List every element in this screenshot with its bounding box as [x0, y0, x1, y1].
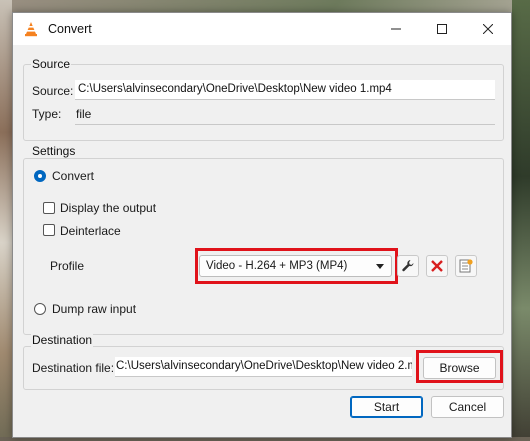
new-profile-list-icon: [459, 259, 473, 273]
display-output-checkbox[interactable]: [43, 202, 55, 214]
background-photo-right: [512, 0, 530, 441]
source-path-field[interactable]: C:\Users\alvinsecondary\OneDrive\Desktop…: [75, 80, 495, 100]
delete-profile-button[interactable]: [426, 255, 448, 277]
type-label: Type:: [32, 107, 62, 121]
close-icon: [483, 24, 493, 34]
destination-group-title: Destination: [31, 333, 94, 347]
new-profile-button[interactable]: [455, 255, 477, 277]
delete-x-icon: [431, 260, 443, 272]
profile-label: Profile: [50, 259, 85, 273]
convert-label: Convert: [52, 169, 95, 183]
settings-group-title: Settings: [31, 144, 77, 158]
minimize-icon: [391, 28, 401, 30]
destination-file-label: Destination file:: [32, 361, 115, 375]
maximize-icon: [437, 24, 447, 34]
type-value: file: [76, 107, 92, 121]
profile-highlight-box: [195, 248, 398, 284]
edit-profile-button[interactable]: [397, 255, 419, 277]
deinterlace-checkbox[interactable]: [43, 224, 55, 236]
cancel-button[interactable]: Cancel: [431, 396, 504, 418]
browse-highlight-box: [416, 350, 503, 383]
window-title: Convert: [48, 22, 92, 36]
source-group: [23, 64, 504, 141]
source-label: Source:: [32, 84, 74, 98]
destination-file-field[interactable]: C:\Users\alvinsecondary\OneDrive\Desktop…: [115, 357, 412, 377]
minimize-button[interactable]: [373, 13, 419, 45]
dump-raw-label: Dump raw input: [52, 302, 137, 316]
type-underline: [75, 124, 495, 125]
source-group-title: Source: [31, 57, 72, 71]
title-bar[interactable]: Convert: [13, 13, 511, 45]
wrench-icon: [402, 260, 414, 272]
start-button[interactable]: Start: [350, 396, 423, 418]
vlc-cone-icon: [23, 21, 39, 37]
close-button[interactable]: [465, 13, 511, 45]
dump-raw-radio[interactable]: [34, 303, 46, 315]
maximize-button[interactable]: [419, 13, 465, 45]
convert-dialog: Convert Source Source: C:\Users\alvinsec…: [12, 12, 512, 438]
convert-radio[interactable]: [34, 170, 46, 182]
deinterlace-label: Deinterlace: [60, 224, 121, 238]
background-photo-left: [0, 0, 12, 441]
display-output-label: Display the output: [60, 201, 157, 215]
